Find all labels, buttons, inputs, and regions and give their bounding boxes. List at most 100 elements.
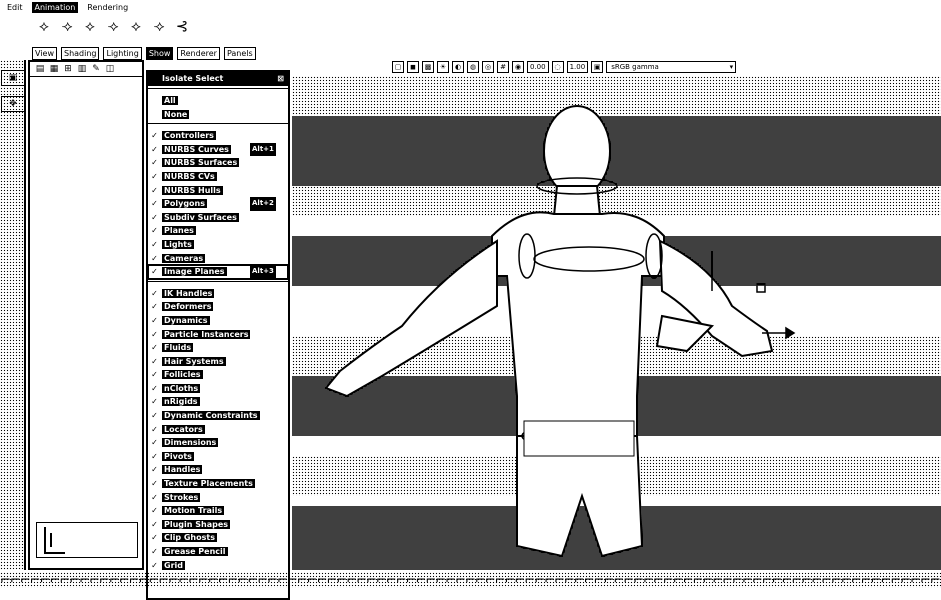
show-item-fluids[interactable]: ✓ Fluids [148, 341, 288, 355]
camera-icon[interactable]: ▤ [34, 64, 46, 74]
lights-icon[interactable]: ☀ [437, 61, 449, 73]
gamma-field[interactable]: 1.00 [566, 61, 589, 73]
checkmark-icon: ✓ [151, 239, 158, 249]
tear-off-icon[interactable]: ⊠ [277, 72, 284, 86]
menu-separator [148, 88, 288, 92]
show-item-particle-instancers[interactable]: ✓ Particle Instancers [148, 328, 288, 342]
pen-icon[interactable]: ✎ [90, 64, 102, 74]
shelf-tool-icon-7[interactable]: ⊰ [172, 17, 192, 35]
show-item-label: Grid [162, 560, 185, 570]
show-item-pivots[interactable]: ✓ Pivots [148, 450, 288, 464]
show-item-texture-placements[interactable]: ✓ Texture Placements [148, 477, 288, 491]
show-item-handles[interactable]: ✓ Handles [148, 463, 288, 477]
panel-menu-show[interactable]: Show [145, 46, 174, 60]
show-item-dimensions[interactable]: ✓ Dimensions [148, 436, 288, 450]
show-item-label: Dimensions [162, 438, 219, 448]
xray-icon[interactable]: ◍ [467, 61, 479, 73]
show-item-nurbs-surfaces[interactable]: ✓ NURBS Surfaces [148, 156, 288, 170]
move-tool-button[interactable]: ✥ [1, 96, 25, 112]
exposure-field[interactable]: 0.00 [527, 61, 549, 73]
show-item-plugin-shapes[interactable]: ✓ Plugin Shapes [148, 518, 288, 532]
shelf-tool-icon-5[interactable]: ⟡ [126, 17, 146, 35]
checkmark-icon: ✓ [151, 547, 158, 556]
menu-separator [148, 280, 288, 285]
show-item-subdiv-surfaces[interactable]: ✓ Subdiv Surfaces [148, 211, 288, 225]
character-model[interactable] [292, 76, 941, 570]
time-slider[interactable]: ⌐⌐⌐⌐⌐⌐⌐⌐⌐⌐⌐⌐⌐⌐⌐⌐⌐⌐⌐⌐⌐⌐⌐⌐⌐⌐⌐⌐⌐⌐⌐⌐⌐⌐⌐⌐⌐⌐⌐⌐… [0, 572, 941, 588]
show-item-label: Controllers [162, 131, 216, 141]
checkmark-icon: ✓ [151, 199, 158, 209]
character-left-arm [324, 239, 498, 398]
show-item-clip-ghosts[interactable]: ✓ Clip Ghosts [148, 531, 288, 545]
show-item-controllers[interactable]: ✓ Controllers [148, 129, 288, 143]
frame-icon[interactable]: ◫ [104, 64, 116, 74]
show-item-nurbs-hulls[interactable]: ✓ NURBS Hulls [148, 184, 288, 198]
show-item-ik-handles[interactable]: ✓ IK Handles [148, 287, 288, 301]
show-item-motion-trails[interactable]: ✓ Motion Trails [148, 504, 288, 518]
show-item-label: Planes [162, 226, 196, 236]
show-item-label: nCloths [162, 383, 201, 393]
smooth-shade-icon[interactable]: ◼ [407, 61, 419, 73]
show-item-all[interactable]: All [148, 94, 288, 108]
show-item-image-planes[interactable]: ✓ Image Planes Alt+3 [148, 264, 288, 280]
outliner-toolbar: ▤ ▦ ⊞ ▥ ✎ ◫ [30, 62, 142, 77]
show-item-none[interactable]: None [148, 108, 288, 122]
gamma-icon[interactable]: ◌ [551, 61, 564, 73]
show-item-grid[interactable]: ✓ Grid [148, 559, 288, 573]
panel-menu-panels[interactable]: Panels [223, 46, 256, 60]
checkmark-icon: ✓ [151, 185, 158, 195]
shelf-tool-icon-6[interactable]: ⟢ [149, 17, 169, 35]
3d-viewport[interactable] [292, 76, 941, 570]
panel-menu-shading[interactable]: Shading [60, 46, 100, 60]
show-item-follicles[interactable]: ✓ Follicles [148, 368, 288, 382]
menu-separator [148, 123, 288, 127]
show-item-grease-pencil[interactable]: ✓ Grease Pencil [148, 545, 288, 559]
textured-icon[interactable]: ▩ [422, 61, 434, 73]
checkmark-icon: ✓ [151, 438, 158, 448]
show-item-nurbs-cvs[interactable]: ✓ NURBS CVs [148, 170, 288, 184]
select-tool-button[interactable]: ▣ [1, 70, 25, 86]
menu-rendering[interactable]: Rendering [84, 2, 131, 13]
show-item-strokes[interactable]: ✓ Strokes [148, 491, 288, 505]
show-item-locators[interactable]: ✓ Locators [148, 423, 288, 437]
shelf-tool-icon-4[interactable]: ⟢ [103, 17, 123, 35]
show-item-hair-systems[interactable]: ✓ Hair Systems [148, 355, 288, 369]
shelf-tool-icon-3[interactable]: ⟡ [80, 17, 100, 35]
show-item-label: Lights [162, 239, 194, 249]
isolate-icon[interactable]: ◎ [482, 61, 494, 73]
show-item-deformers[interactable]: ✓ Deformers [148, 300, 288, 314]
isolate-select-item[interactable]: Isolate Select ⊠ [148, 72, 288, 86]
show-item-cameras[interactable]: ✓ Cameras [148, 252, 288, 266]
outliner-thumbnail [36, 522, 138, 558]
shelf-tool-icon-2[interactable]: ⟢ [57, 17, 77, 35]
show-item-label: Fluids [162, 343, 194, 353]
filter-icon[interactable]: ⊞ [62, 64, 74, 74]
checkmark-icon: ✓ [151, 158, 158, 168]
colorspace-dropdown[interactable]: sRGB gamma ▾ [606, 61, 737, 73]
show-item-nurbs-curves[interactable]: ✓ NURBS Curves Alt+1 [148, 142, 288, 157]
checkmark-icon: ✓ [151, 492, 158, 502]
panel-menu-view[interactable]: View [32, 46, 57, 60]
grid-toggle-icon[interactable]: # [497, 61, 509, 73]
grid-icon[interactable]: ▦ [48, 64, 60, 74]
color-management-icon[interactable]: ▣ [591, 61, 604, 73]
show-item-polygons[interactable]: ✓ Polygons Alt+2 [148, 197, 288, 211]
checkmark-icon: ✓ [151, 560, 158, 570]
wireframe-icon[interactable]: ▢ [392, 61, 404, 73]
show-item-dynamics[interactable]: ✓ Dynamics [148, 314, 288, 328]
panel-menu-renderer[interactable]: Renderer [177, 46, 220, 60]
exposure-icon[interactable]: ◉ [512, 61, 524, 73]
menu-edit[interactable]: Edit [4, 2, 26, 13]
show-item-dynamic-constraints[interactable]: ✓ Dynamic Constraints [148, 409, 288, 423]
bookmark-icon[interactable]: ▥ [76, 64, 88, 74]
show-item-lights[interactable]: ✓ Lights [148, 238, 288, 252]
show-item-nrigids[interactable]: ✓ nRigids [148, 395, 288, 409]
show-item-ncloths[interactable]: ✓ nCloths [148, 382, 288, 396]
show-item-label: Image Planes [162, 267, 227, 277]
menu-animation[interactable]: Animation [31, 1, 79, 13]
show-item-planes[interactable]: ✓ Planes [148, 224, 288, 238]
panel-menu-lighting[interactable]: Lighting [103, 46, 142, 60]
shadows-icon[interactable]: ◐ [452, 61, 464, 73]
hotkey-label: Alt+1 [250, 142, 276, 157]
shelf-tool-icon-1[interactable]: ⟡ [34, 17, 54, 35]
